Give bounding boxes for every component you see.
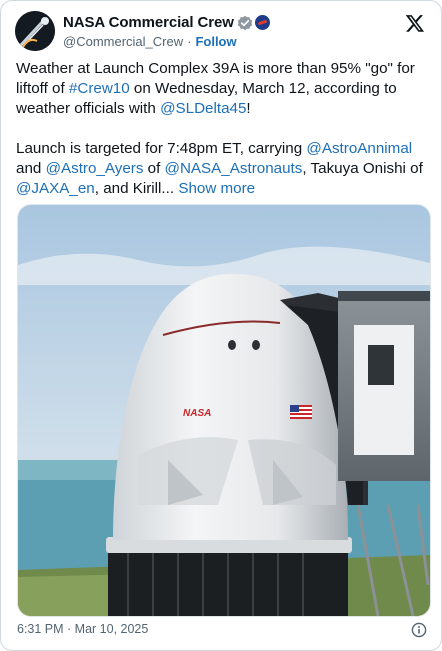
tweet-paragraph-2: Launch is targeted for 7:48pm ET, carryi…: [16, 139, 432, 199]
text-segment: of: [143, 160, 165, 177]
tweet-paragraph-1: Weather at Launch Complex 39A is more th…: [16, 59, 432, 119]
text-segment: !: [246, 100, 251, 117]
capsule-photo-illustration: NASA: [18, 205, 430, 616]
info-icon[interactable]: [411, 622, 427, 638]
text-segment: , and Kirill...: [94, 180, 179, 197]
government-affiliation-icon[interactable]: [254, 15, 270, 30]
avatar[interactable]: [15, 11, 55, 51]
tweet-card: NASA Commercial Crew @Commercial_Crew · …: [0, 0, 442, 651]
display-name[interactable]: NASA Commercial Crew: [63, 14, 234, 31]
follow-button[interactable]: Follow: [195, 34, 236, 49]
mention-link[interactable]: @SLDelta45: [160, 100, 246, 117]
show-more-link[interactable]: Show more: [178, 180, 255, 197]
hashtag-link[interactable]: #Crew10: [69, 80, 130, 97]
separator-dot: ·: [187, 34, 192, 49]
tweet-header: NASA Commercial Crew @Commercial_Crew · …: [15, 11, 427, 51]
text-segment: and: [16, 160, 46, 177]
handle[interactable]: @Commercial_Crew: [63, 34, 183, 49]
mention-link[interactable]: @AstroAnnimal: [306, 140, 412, 157]
mention-link[interactable]: @Astro_Ayers: [46, 160, 144, 177]
us-flag-icon: [290, 405, 312, 419]
tweet-photo[interactable]: NASA: [17, 204, 431, 617]
text-segment: Launch is targeted for 7:48pm ET, carryi…: [16, 140, 307, 157]
tweet-text: Weather at Launch Complex 39A is more th…: [16, 59, 432, 199]
tweet-footer: 6:31 PM · Mar 10, 2025: [17, 622, 427, 640]
capsule-nasa-logo: NASA: [183, 408, 211, 419]
x-logo-icon[interactable]: [405, 13, 425, 33]
verified-badge-icon: [237, 15, 253, 31]
mention-link[interactable]: @NASA_Astronauts: [165, 160, 303, 177]
mention-link[interactable]: @JAXA_en: [16, 180, 95, 197]
author-names: NASA Commercial Crew @Commercial_Crew · …: [63, 13, 270, 49]
text-segment: , Takuya Onishi of: [302, 160, 423, 177]
timestamp[interactable]: 6:31 PM · Mar 10, 2025: [17, 622, 148, 636]
